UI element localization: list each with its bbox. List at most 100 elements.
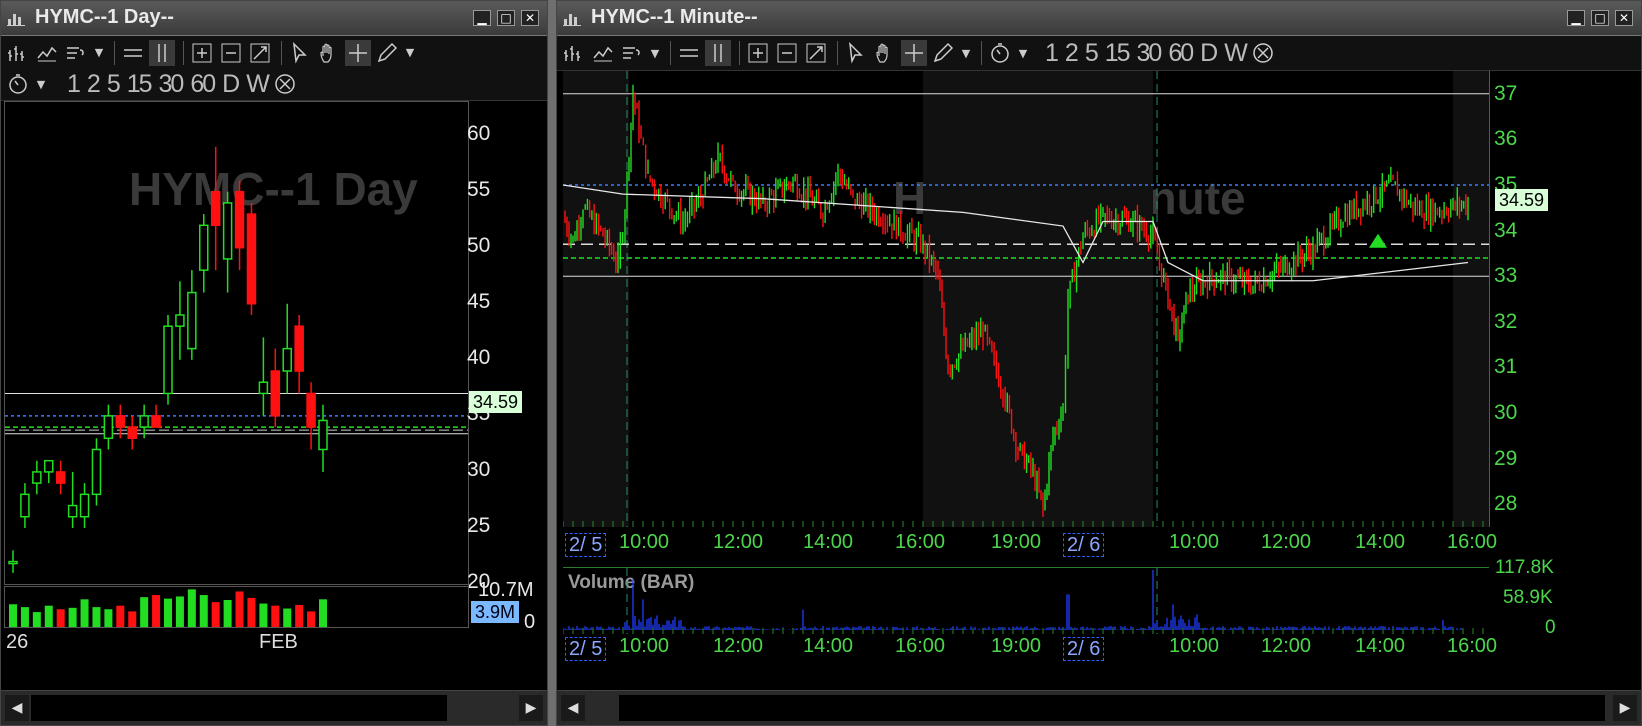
pencil-draw-icon[interactable] [930, 40, 956, 66]
zoom-out-icon[interactable] [774, 40, 800, 66]
volume-bar [92, 607, 101, 627]
candle-body [91, 448, 102, 496]
daily-y-label: 60 [467, 121, 491, 145]
hand-pan-icon[interactable] [872, 40, 898, 66]
timeframe-d[interactable]: D [222, 70, 240, 99]
zoom-in-icon[interactable] [189, 40, 215, 66]
candle-body [187, 291, 197, 350]
close-button[interactable]: ✕ [521, 10, 539, 26]
candle-body [44, 459, 54, 473]
maximize-button[interactable]: □ [497, 10, 515, 26]
scroll-right-button[interactable]: ▶ [519, 695, 543, 721]
minimize-button[interactable]: ▁ [1567, 10, 1585, 26]
scroll-right-button[interactable]: ▶ [1613, 695, 1637, 721]
date-label-2-5: 2/ 5 [565, 637, 607, 661]
minute-volume-plot[interactable]: Volume (BAR) [563, 567, 1489, 634]
line-chart-icon[interactable] [34, 40, 60, 66]
timer-icon[interactable] [5, 71, 31, 97]
scroll-thumb[interactable] [619, 695, 1605, 721]
zoom-in-icon[interactable] [745, 40, 771, 66]
daily-x-label-26: 26 [6, 631, 29, 653]
draw-dropdown-icon[interactable]: ▼ [403, 40, 417, 66]
minute-chart-window[interactable]: HYMC--1 Minute-- ▁ □ ✕ ▼ ▼ ▼ 1 2 5 15 30… [556, 0, 1642, 726]
zoom-out-icon[interactable] [218, 40, 244, 66]
timeframe-30[interactable]: 30 [159, 70, 185, 99]
candle-body [55, 471, 66, 484]
minute-y-label: 32 [1494, 309, 1518, 333]
daily-candles-svg[interactable] [5, 102, 468, 584]
timeframe-w[interactable]: W [1224, 39, 1248, 68]
pencil-draw-icon[interactable] [374, 40, 400, 66]
daily-y-label: 30 [467, 457, 491, 481]
daily-horizontal-scrollbar[interactable]: ◀ ▶ [1, 690, 547, 725]
timeframe-15[interactable]: 15 [127, 70, 153, 99]
timer-dropdown-icon[interactable]: ▼ [34, 71, 48, 97]
minute-window-titlebar[interactable]: HYMC--1 Minute-- ▁ □ ✕ [557, 1, 1641, 36]
hand-pan-icon[interactable] [316, 40, 342, 66]
volume-bar [259, 603, 268, 627]
close-circle-icon[interactable] [272, 71, 298, 97]
minute-x-label: 10:00 [1169, 531, 1220, 553]
vertical-line-icon[interactable] [705, 40, 731, 66]
close-button[interactable]: ✕ [1615, 10, 1633, 26]
minute-x-axis: 10:00 12:00 14:00 16:00 19:00 10:00 12:00 14:00… [563, 531, 1497, 561]
crosshair-icon[interactable] [345, 39, 371, 66]
maximize-button[interactable]: □ [1591, 10, 1609, 26]
daily-volume-zero-label: 0 [524, 611, 536, 633]
candle-body [199, 224, 209, 271]
volume-bar [104, 609, 113, 627]
minute-price-plot[interactable]: HYMC--1 Minute [563, 71, 1489, 527]
scroll-thumb[interactable] [31, 695, 447, 721]
volume-bar [307, 611, 316, 627]
daily-chart-window[interactable]: HYMC--1 Day-- ▁ □ ✕ ▼ ▼ ▼ 1 2 5 15 30 60… [0, 0, 548, 726]
timeframe-30[interactable]: 30 [1137, 39, 1163, 68]
bar-chart-icon[interactable] [561, 40, 587, 66]
line-chart-icon[interactable] [590, 40, 616, 66]
horizontal-line-icon[interactable] [120, 40, 146, 66]
chart-type-dropdown-icon[interactable]: ▼ [92, 40, 106, 66]
minute-toolbar: ▼ ▼ ▼ 1 2 5 15 30 60 D W [557, 36, 1641, 71]
pointer-icon[interactable] [843, 40, 869, 66]
minute-last-price-tag: 34.59 [1495, 189, 1549, 211]
scroll-left-button[interactable]: ◀ [561, 695, 585, 721]
minute-candles-svg[interactable] [563, 71, 1489, 527]
timeframe-60[interactable]: 60 [1168, 39, 1194, 68]
timeframe-1[interactable]: 1 [67, 70, 81, 99]
timeframe-5[interactable]: 5 [107, 70, 121, 99]
timeframe-1[interactable]: 1 [1045, 39, 1059, 68]
daily-y-label: 55 [467, 177, 491, 201]
crosshair-icon[interactable] [901, 40, 927, 66]
timer-dropdown-icon[interactable]: ▼ [1016, 40, 1030, 66]
volume-bar [271, 605, 280, 627]
timeframe-5[interactable]: 5 [1085, 39, 1099, 68]
chart-type-dropdown-icon[interactable]: ▼ [648, 40, 662, 66]
horizontal-line-icon[interactable] [676, 40, 702, 66]
indicators-icon[interactable] [619, 40, 645, 66]
timer-icon[interactable] [987, 40, 1013, 66]
bar-chart-icon[interactable] [5, 40, 31, 66]
close-circle-icon[interactable] [1250, 40, 1276, 66]
draw-dropdown-icon[interactable]: ▼ [959, 40, 973, 66]
timeframe-w[interactable]: W [246, 70, 270, 99]
candle-body [115, 415, 126, 428]
minute-x-label: 19:00 [991, 635, 1042, 657]
daily-window-titlebar[interactable]: HYMC--1 Day-- ▁ □ ✕ [1, 1, 547, 36]
timeframe-2[interactable]: 2 [1065, 39, 1079, 68]
indicators-icon[interactable] [63, 40, 89, 66]
vertical-line-icon[interactable] [149, 39, 175, 66]
candle-body [163, 325, 173, 395]
timeframe-2[interactable]: 2 [87, 70, 101, 99]
scroll-left-button[interactable]: ◀ [5, 695, 29, 721]
minimize-button[interactable]: ▁ [473, 10, 491, 26]
pointer-icon[interactable] [287, 40, 313, 66]
timeframe-15[interactable]: 15 [1105, 39, 1131, 68]
daily-volume-plot[interactable] [4, 586, 469, 628]
timeframe-60[interactable]: 60 [190, 70, 216, 99]
daily-volume-max-label: 10.7M [478, 579, 534, 601]
chart-app-icon [563, 14, 581, 26]
timeframe-d[interactable]: D [1200, 39, 1218, 68]
minute-horizontal-scrollbar[interactable]: ◀ ▶ [557, 690, 1641, 725]
fit-icon[interactable] [803, 40, 829, 66]
fit-icon[interactable] [247, 40, 273, 66]
daily-price-plot[interactable]: HYMC--1 Day [4, 101, 469, 585]
